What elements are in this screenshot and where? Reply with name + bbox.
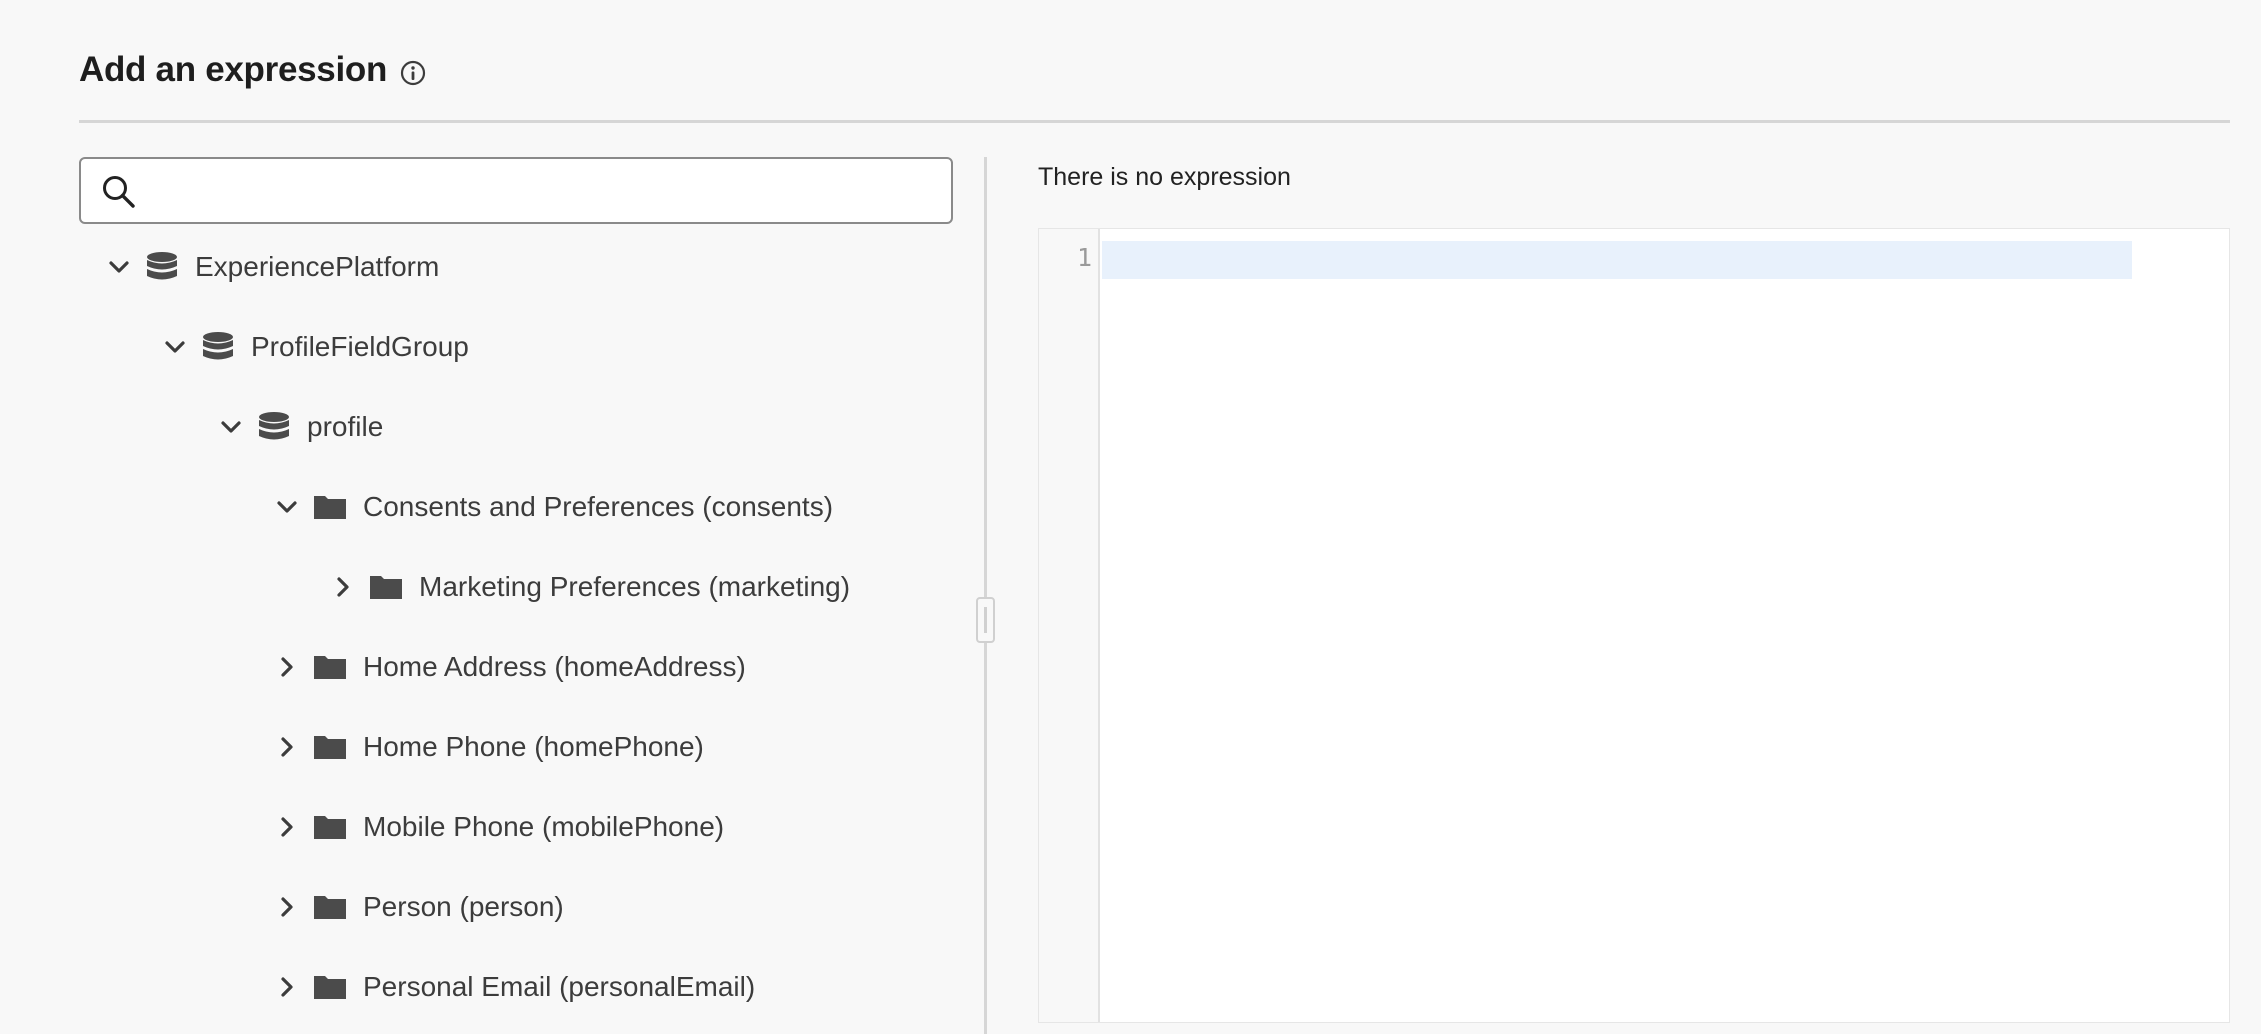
chevron-right-icon[interactable] [273, 893, 301, 921]
tree-item-label: Marketing Preferences (marketing) [419, 571, 851, 602]
tree-item[interactable]: profile [217, 399, 383, 455]
folder-icon [313, 650, 347, 684]
tree-item-label: Consents and Preferences (consents) [363, 491, 834, 522]
tree-item-label: Home Phone (homePhone) [363, 731, 704, 762]
chevron-down-icon[interactable] [217, 413, 245, 441]
tree-item-label: ProfileFieldGroup [251, 331, 469, 362]
tree-item-label: profile [307, 411, 384, 442]
tree-item[interactable]: Person (person) [273, 879, 564, 935]
database-icon [201, 330, 235, 364]
chevron-down-icon[interactable] [161, 333, 189, 361]
line-number: 1 [1076, 243, 1092, 272]
folder-icon [313, 810, 347, 844]
tree-item[interactable]: ExperiencePlatform [105, 239, 439, 295]
folder-icon [313, 970, 347, 1004]
field-browser-panel: ExperiencePlatform ProfileFieldGroup profi… [79, 157, 953, 1034]
tree-item[interactable]: Consents and Preferences (consents) [273, 479, 833, 535]
active-line-highlight[interactable] [1102, 241, 2132, 279]
page-title: Add an expression [79, 50, 388, 89]
tree-item-label: ExperiencePlatform [195, 251, 440, 282]
tree-item-label: Home Address (homeAddress) [363, 651, 746, 682]
tree-item[interactable]: Personal Email (personalEmail) [273, 959, 755, 1015]
chevron-down-icon[interactable] [273, 493, 301, 521]
line-gutter: 1 [1039, 229, 1100, 1022]
chevron-right-icon[interactable] [273, 733, 301, 761]
tree-item-label: Personal Email (personalEmail) [363, 971, 756, 1002]
chevron-right-icon[interactable] [273, 653, 301, 681]
tree-item-label: Person (person) [363, 891, 564, 922]
folder-icon [313, 730, 347, 764]
search-input[interactable] [151, 167, 931, 215]
chevron-down-icon[interactable] [105, 253, 133, 281]
search-field[interactable] [79, 157, 953, 224]
tree-item[interactable]: Mobile Phone (mobilePhone) [273, 799, 724, 855]
chevron-right-icon[interactable] [329, 573, 357, 601]
tree-item[interactable]: Home Phone (homePhone) [273, 719, 704, 775]
database-icon [145, 250, 179, 284]
panel-splitter[interactable] [984, 157, 987, 1034]
folder-icon [313, 490, 347, 524]
tree-item[interactable]: ProfileFieldGroup [161, 319, 469, 375]
info-icon[interactable] [399, 59, 427, 87]
tree-item[interactable]: Marketing Preferences (marketing) [329, 559, 850, 615]
splitter-handle[interactable] [976, 597, 995, 643]
database-icon [257, 410, 291, 444]
folder-icon [313, 890, 347, 924]
header-divider [79, 120, 2230, 123]
expression-editor[interactable]: 1 [1038, 228, 2230, 1023]
expression-status: There is no expression [1038, 163, 1291, 191]
tree-item[interactable]: Home Address (homeAddress) [273, 639, 746, 695]
tree-item-label: Mobile Phone (mobilePhone) [363, 811, 725, 842]
search-icon [101, 174, 137, 210]
chevron-right-icon[interactable] [273, 813, 301, 841]
dialog-header: Add an expression [79, 50, 427, 90]
chevron-right-icon[interactable] [273, 973, 301, 1001]
folder-icon [369, 570, 403, 604]
